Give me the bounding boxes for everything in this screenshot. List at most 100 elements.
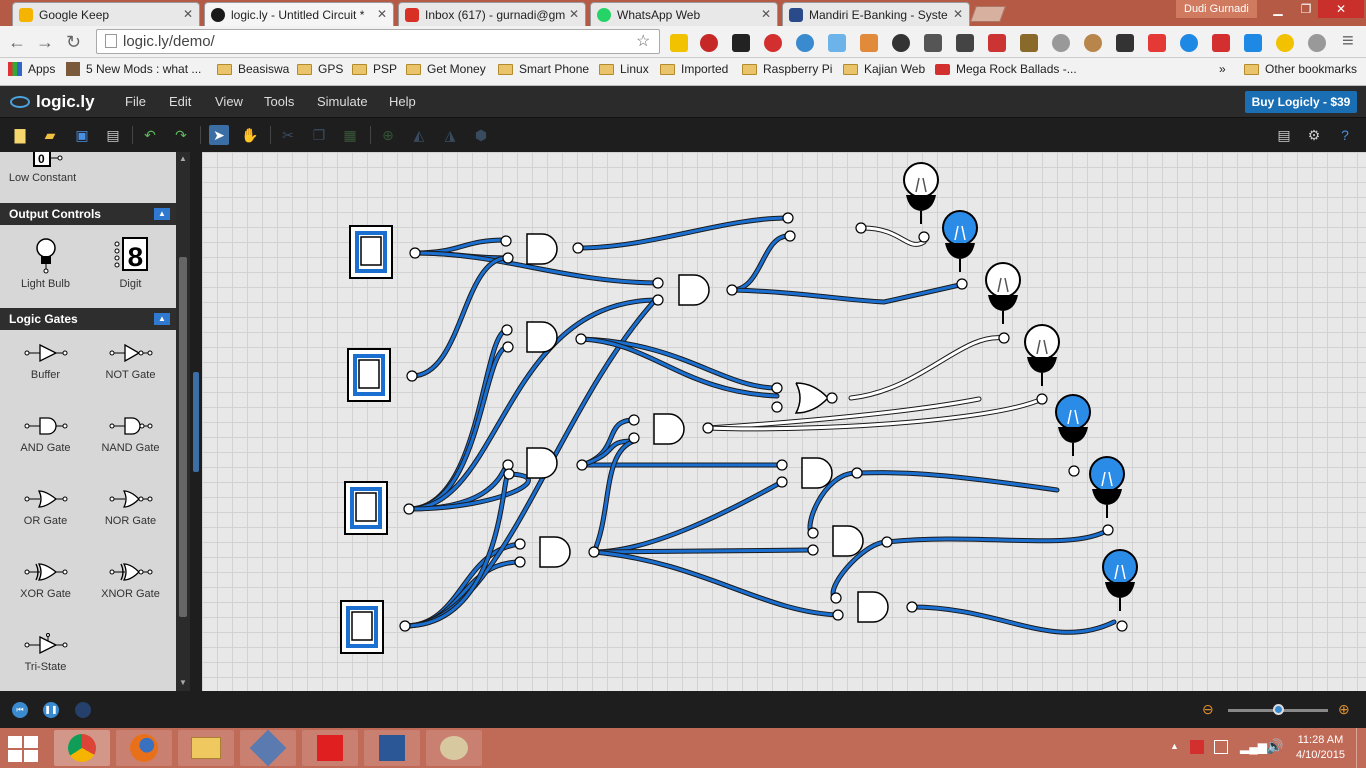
bookmark-other-folder[interactable]: Other bookmarks <box>1244 62 1357 76</box>
scroll-up-icon[interactable]: ▲ <box>176 154 190 166</box>
url-input[interactable]: logic.ly/demo/ <box>96 29 660 54</box>
palette-and-gate[interactable]: AND Gate <box>3 414 88 454</box>
extension-icon[interactable] <box>1148 34 1166 52</box>
extension-icon[interactable] <box>1052 34 1070 52</box>
section-header-output-controls[interactable]: Output Controls ▲ <box>0 203 176 225</box>
windows-start-icon[interactable] <box>8 736 38 762</box>
bug-icon[interactable] <box>924 34 942 52</box>
gear-icon[interactable] <box>892 34 910 52</box>
scrollbar-thumb[interactable] <box>179 257 187 617</box>
bookmark-item[interactable]: Mega Rock Ballads -... <box>935 62 1077 76</box>
extension-icon[interactable] <box>828 34 846 52</box>
close-icon[interactable]: ✕ <box>183 7 193 21</box>
user-profile-button[interactable]: Dudi Gurnadi <box>1176 0 1257 18</box>
firefox-taskbar-icon[interactable] <box>116 730 172 766</box>
adblock-icon[interactable] <box>764 34 782 52</box>
rotate-icon[interactable]: ⊕ <box>378 125 398 145</box>
bookmark-item[interactable]: 5 New Mods : what ... <box>66 62 201 76</box>
palette-xnor-gate[interactable]: XNOR Gate <box>88 560 173 600</box>
extension-icon[interactable] <box>700 34 718 52</box>
bookmark-folder[interactable]: GPS <box>297 62 343 76</box>
tray-acrobat-icon[interactable] <box>1190 740 1204 754</box>
bookmark-folder[interactable]: Imported <box>660 62 728 76</box>
palette-not-gate[interactable]: NOT Gate <box>88 341 173 381</box>
menu-view[interactable]: View <box>215 94 243 109</box>
buy-logicly-button[interactable]: Buy Logicly - $39 <box>1245 91 1357 113</box>
chrome-taskbar-icon[interactable] <box>54 730 110 766</box>
section-header-logic-gates[interactable]: Logic Gates ▲ <box>0 308 176 330</box>
bookmark-folder[interactable]: Get Money <box>406 62 486 76</box>
document-icon[interactable]: ▤ <box>1274 125 1294 145</box>
tab-logicly[interactable]: logic.ly - Untitled Circuit * ✕ <box>204 2 394 26</box>
show-desktop-button[interactable] <box>1356 728 1366 768</box>
reload-icon[interactable]: ↻ <box>66 32 81 53</box>
system-clock[interactable]: 11:28 AM 4/10/2015 <box>1296 733 1345 763</box>
cookie-icon[interactable] <box>1084 34 1102 52</box>
open-folder-icon[interactable]: ▰ <box>40 125 60 145</box>
extension-icon[interactable] <box>670 34 688 52</box>
file-explorer-taskbar-icon[interactable] <box>178 730 234 766</box>
extension-icon[interactable] <box>1244 34 1262 52</box>
menu-file[interactable]: File <box>125 94 146 109</box>
cut-icon[interactable]: ✂ <box>278 125 298 145</box>
help-icon[interactable]: ? <box>1335 125 1355 145</box>
circuit-canvas[interactable] <box>202 152 1366 691</box>
menu-tools[interactable]: Tools <box>264 94 294 109</box>
palette-light-bulb[interactable]: Light Bulb <box>3 236 88 290</box>
word-taskbar-icon[interactable] <box>364 730 420 766</box>
bookmark-folder[interactable]: Kajian Web <box>843 62 925 76</box>
palette-scrollbar[interactable]: ▲ ▼ <box>176 152 190 691</box>
bookmark-star-icon[interactable]: ☆ <box>636 31 650 51</box>
save-icon[interactable]: ▣ <box>72 125 92 145</box>
bookmark-folder[interactable]: Linux <box>599 62 649 76</box>
bookmark-apps[interactable]: Apps <box>8 62 55 76</box>
palette-buffer[interactable]: Buffer <box>3 341 88 381</box>
acrobat-taskbar-icon[interactable] <box>302 730 358 766</box>
palette-digit[interactable]: 8 Digit <box>88 236 173 290</box>
tab-mandiri[interactable]: Mandiri E-Banking - Syste ✕ <box>782 2 970 26</box>
extension-icon[interactable] <box>1020 34 1038 52</box>
off-icon[interactable] <box>1116 34 1134 52</box>
palette-or-gate[interactable]: OR Gate <box>3 487 88 527</box>
zoom-out-icon[interactable]: ⊖ <box>1202 701 1214 718</box>
bookmark-folder[interactable]: PSP <box>352 62 397 76</box>
flip-icon[interactable]: ◭ <box>409 125 429 145</box>
pan-hand-icon[interactable]: ✋ <box>240 125 260 145</box>
bookmarks-overflow-button[interactable]: » <box>1219 62 1226 76</box>
tab-google-keep[interactable]: Google Keep ✕ <box>12 2 200 26</box>
step-icon[interactable] <box>75 702 91 718</box>
extension-icon[interactable] <box>732 34 750 52</box>
extension-icon[interactable] <box>1276 34 1294 52</box>
close-icon[interactable]: ✕ <box>953 7 963 21</box>
print-icon[interactable]: ▤ <box>103 125 123 145</box>
cloud-icon[interactable] <box>796 34 814 52</box>
splitter-grip[interactable] <box>193 372 199 472</box>
copy-icon[interactable]: ❐ <box>309 125 329 145</box>
toggle-switch[interactable] <box>347 348 391 402</box>
collapse-arrow-icon[interactable]: ▲ <box>154 208 170 220</box>
palette-xor-gate[interactable]: XOR Gate <box>3 560 88 600</box>
palette-nor-gate[interactable]: NOR Gate <box>88 487 173 527</box>
menu-simulate[interactable]: Simulate <box>317 94 368 109</box>
extension-icon[interactable] <box>1212 34 1230 52</box>
back-icon[interactable]: ← <box>8 32 26 53</box>
menu-help[interactable]: Help <box>389 94 416 109</box>
toggle-switch[interactable] <box>349 225 393 279</box>
virtualbox-taskbar-icon[interactable] <box>240 729 296 767</box>
bookmark-folder[interactable]: Smart Phone <box>498 62 589 76</box>
spider-icon[interactable] <box>956 34 974 52</box>
window-close-icon[interactable]: ✕ <box>1318 0 1364 18</box>
redo-icon[interactable]: ↷ <box>171 125 191 145</box>
extension-icon[interactable] <box>1180 34 1198 52</box>
network-signal-icon[interactable]: ▂▄▆ <box>1240 740 1267 754</box>
toggle-switch[interactable] <box>340 600 384 654</box>
settings-gear-icon[interactable]: ⚙ <box>1304 125 1324 145</box>
show-hidden-icons[interactable]: ▲ <box>1170 741 1179 751</box>
reset-icon[interactable]: ⏮ <box>12 702 28 718</box>
palette-tri-state[interactable]: Tri-State <box>3 633 88 673</box>
collapse-arrow-icon[interactable]: ▲ <box>154 313 170 325</box>
scroll-down-icon[interactable]: ▼ <box>176 678 190 690</box>
close-icon[interactable]: ✕ <box>761 7 771 21</box>
new-tab-button[interactable] <box>970 6 1006 22</box>
maximize-icon[interactable]: ❐ <box>1294 0 1318 18</box>
